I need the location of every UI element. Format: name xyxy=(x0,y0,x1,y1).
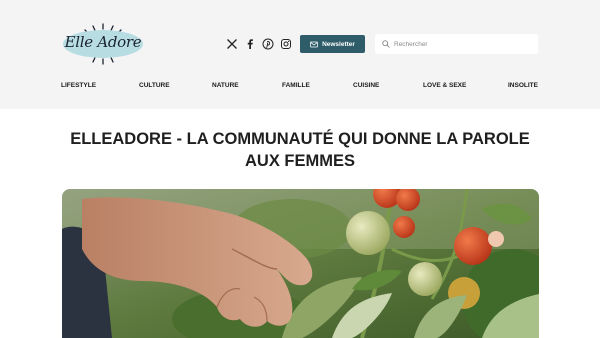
main-nav: LIFESTYLE CULTURE NATURE FAMILLE CUISINE… xyxy=(0,82,600,92)
site-logo[interactable]: Elle Adore xyxy=(60,22,146,66)
nav-item-insolite[interactable]: INSOLITE xyxy=(508,82,538,89)
newsletter-button[interactable]: Newsletter xyxy=(300,35,365,53)
nav-item-culture[interactable]: CULTURE xyxy=(139,82,170,89)
facebook-icon[interactable] xyxy=(243,37,256,50)
search-input[interactable] xyxy=(394,40,534,48)
pinterest-icon[interactable] xyxy=(261,37,274,50)
x-icon[interactable] xyxy=(225,37,238,50)
page-title: ELLEADORE - LA COMMUNAUTÉ QUI DONNE LA P… xyxy=(70,130,530,170)
nav-item-lifestyle[interactable]: LIFESTYLE xyxy=(61,82,96,89)
nav-item-cuisine[interactable]: CUISINE xyxy=(353,82,379,89)
search-icon xyxy=(382,40,390,48)
instagram-icon[interactable] xyxy=(279,37,292,50)
hand-tomato-plant-photo-icon xyxy=(62,189,539,338)
logo-text: Elle Adore xyxy=(64,33,142,51)
site-header: Elle Adore Newsletter LIFESTYLE CULTURE … xyxy=(0,0,600,109)
nav-item-love-sexe[interactable]: LOVE & SEXE xyxy=(423,82,466,89)
search-box[interactable] xyxy=(375,34,538,54)
hero-image[interactable] xyxy=(62,189,539,338)
mail-icon xyxy=(310,41,318,47)
nav-item-nature[interactable]: NATURE xyxy=(212,82,239,89)
nav-item-famille[interactable]: FAMILLE xyxy=(282,82,310,89)
newsletter-label: Newsletter xyxy=(322,40,355,48)
